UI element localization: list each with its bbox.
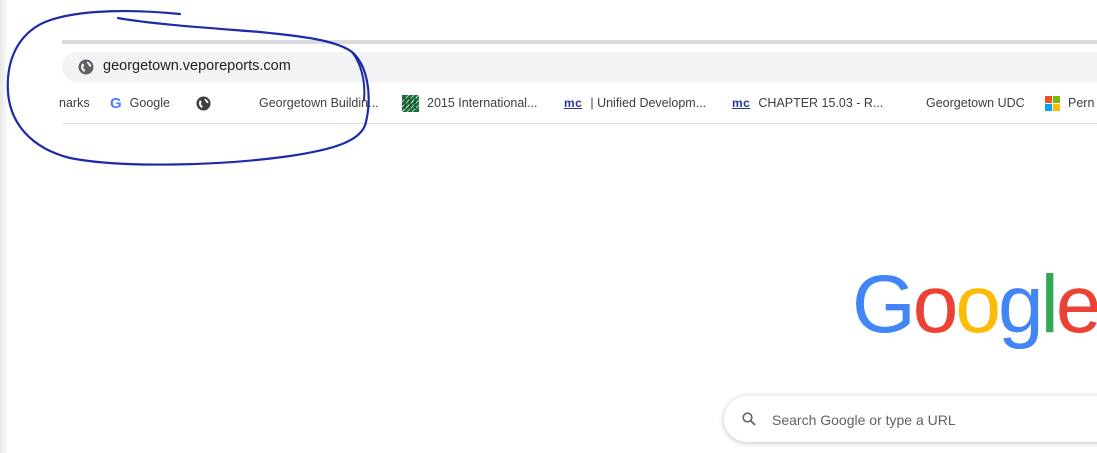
- logo-letter: e: [1055, 259, 1097, 350]
- search-icon: [742, 412, 756, 426]
- bookmark-item-bookmarks[interactable]: narks: [59, 88, 90, 118]
- search-box[interactable]: [724, 396, 1097, 442]
- tab-strip-edge: [62, 40, 1097, 44]
- microsoft-icon: [1045, 95, 1060, 111]
- url-text[interactable]: georgetown.veporeports.com: [103, 58, 291, 74]
- bookmark-label: Google: [129, 96, 170, 110]
- logo-letter: o: [955, 259, 1001, 350]
- bookmark-label: | Unified Developm...: [590, 96, 707, 110]
- bookmark-item-georgetown-building[interactable]: Georgetown Buildin...: [259, 88, 379, 118]
- bookmark-item-chapter-15-03[interactable]: mc CHAPTER 15.03 - R...: [732, 88, 883, 118]
- bookmark-label: Pern: [1068, 96, 1095, 110]
- globe-icon[interactable]: [78, 59, 94, 75]
- logo-letter: g: [998, 259, 1044, 350]
- building-codes-icon: [402, 94, 419, 112]
- bookmark-item-google[interactable]: G Google: [110, 88, 170, 118]
- bookmark-label: CHAPTER 15.03 - R...: [758, 96, 884, 110]
- globe-icon: [196, 95, 211, 111]
- search-input[interactable]: [770, 408, 1097, 432]
- bookmarks-bar: narks G Google Georgetown Buildin... 201…: [59, 88, 1097, 118]
- logo-letter: o: [912, 259, 959, 350]
- page-edge-shadow: [0, 0, 8, 453]
- bookmark-item-unified-development[interactable]: mc | Unified Developm...: [564, 88, 706, 118]
- address-bar[interactable]: georgetown.veporeports.com: [62, 52, 1097, 82]
- logo-letter: G: [852, 259, 916, 350]
- bookmark-label: narks: [59, 96, 90, 110]
- mc-icon: mc: [732, 96, 751, 110]
- bookmark-item-georgetown-udc[interactable]: Georgetown UDC: [926, 88, 1025, 118]
- bookmarks-bar-divider: [62, 123, 1097, 124]
- logo-letter: l: [1040, 259, 1059, 350]
- google-logo: Google: [852, 264, 1097, 346]
- mc-icon: mc: [564, 96, 583, 110]
- bookmark-item-2015-international[interactable]: 2015 International...: [402, 88, 538, 118]
- bookmark-item-globe[interactable]: [196, 88, 219, 118]
- bookmark-label: Georgetown UDC: [926, 96, 1025, 110]
- google-g-icon: G: [110, 94, 122, 112]
- bookmark-label: 2015 International...: [427, 96, 538, 110]
- bookmark-label: Georgetown Buildin...: [259, 96, 379, 110]
- bookmark-item-permits[interactable]: Pern: [1045, 88, 1094, 118]
